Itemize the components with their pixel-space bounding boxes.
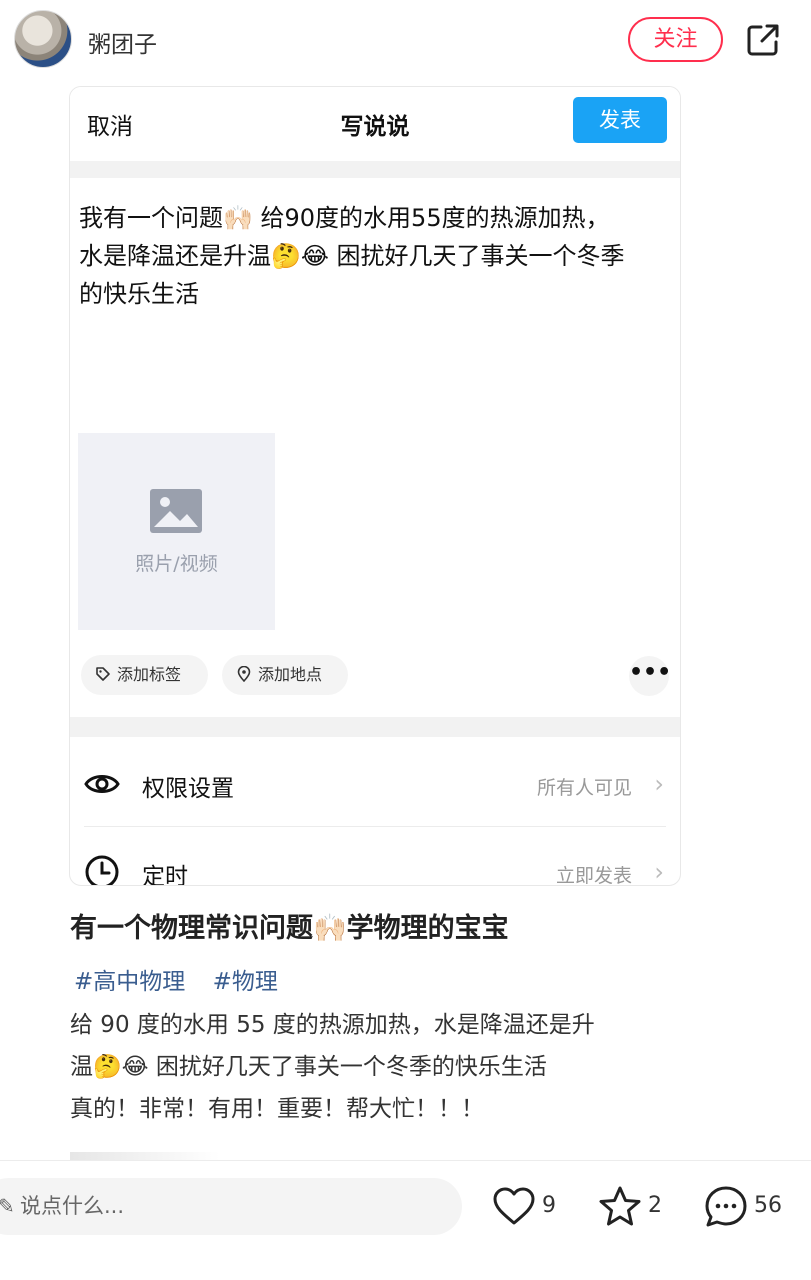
editor-text-line: 的快乐生活: [79, 280, 199, 308]
follow-button[interactable]: 关注: [628, 17, 723, 62]
permission-label: 权限设置: [142, 776, 234, 802]
editor-post-text: 我有一个问题🙌🏻 给90度的水用55度的热源加热， 水是降温还是升温🤔😂 困扰好…: [79, 199, 669, 313]
username[interactable]: 粥团子: [88, 25, 157, 59]
share-icon[interactable]: [745, 22, 781, 58]
more-options-icon: •••: [629, 656, 671, 696]
add-location-chip: 添加地点: [222, 655, 348, 695]
heart-icon: [493, 1187, 535, 1225]
avatar[interactable]: [14, 10, 72, 68]
permission-value: 所有人可见: [536, 777, 632, 799]
favorite-count: 2: [648, 1193, 662, 1218]
comment-input[interactable]: ✎ 说点什么...: [0, 1178, 462, 1235]
chevron-right-icon: ›: [654, 770, 664, 798]
top-bar: 粥团子 关注: [0, 0, 811, 80]
like-count: 9: [542, 1193, 556, 1218]
add-tag-chip: 添加标签: [81, 655, 208, 695]
editor-text-line: 我有一个问题🙌🏻 给90度的水用55度的热源加热，: [79, 204, 610, 232]
editor-header: 取消 写说说 发表: [70, 87, 680, 161]
divider: [70, 717, 680, 737]
post-body-line: 真的！非常！有用！重要！帮大忙！！！: [70, 1096, 484, 1122]
divider: [70, 161, 680, 178]
add-tag-label: 添加标签: [117, 665, 182, 684]
photo-video-label: 照片/视频: [135, 553, 218, 575]
add-location-label: 添加地点: [258, 665, 323, 684]
post-tags: #高中物理 #物理: [74, 962, 298, 996]
schedule-label: 定时: [142, 864, 188, 886]
bottom-action-bar: ✎ 说点什么... 9 2 56: [0, 1160, 811, 1280]
clock-icon: [85, 855, 119, 885]
eye-icon: [84, 775, 120, 793]
tag-icon: [96, 667, 110, 681]
permission-settings-row: 权限设置 所有人可见 ›: [70, 739, 680, 825]
chevron-right-icon: ›: [654, 858, 664, 886]
pencil-icon: ✎: [0, 1194, 15, 1218]
comment-placeholder: 说点什么...: [20, 1194, 125, 1218]
publish-button: 发表: [573, 97, 667, 143]
star-icon: [599, 1186, 641, 1226]
like-button[interactable]: 9: [492, 1185, 562, 1229]
photo-video-picker: 照片/视频: [78, 433, 275, 630]
hashtag-link[interactable]: #物理: [213, 969, 278, 995]
schedule-row: 定时 立即发表 ›: [70, 827, 680, 886]
post-title: 有一个物理常识问题🙌🏻学物理的宝宝: [70, 913, 509, 944]
hashtag-link[interactable]: #高中物理: [74, 969, 185, 995]
post-body: 给 90 度的水用 55 度的热源加热，水是降温还是升 温🤔😂 困扰好几天了事关…: [70, 1004, 690, 1130]
schedule-value: 立即发表: [555, 865, 632, 886]
image-icon: [150, 489, 202, 533]
comment-count: 56: [754, 1193, 782, 1218]
comment-bubble-icon: [705, 1186, 747, 1227]
location-pin-icon: [237, 666, 251, 682]
favorite-button[interactable]: 2: [598, 1185, 668, 1229]
editor-text-line: 水是降温还是升温🤔😂 困扰好几天了事关一个冬季: [79, 242, 625, 270]
post-body-line: 给 90 度的水用 55 度的热源加热，水是降温还是升: [70, 1012, 595, 1038]
comment-button[interactable]: 56: [704, 1185, 794, 1229]
post-image-editor-screenshot[interactable]: 取消 写说说 发表 我有一个问题🙌🏻 给90度的水用55度的热源加热， 水是降温…: [69, 86, 681, 886]
faded-content: [70, 1152, 220, 1160]
post-body-line: 温🤔😂 困扰好几天了事关一个冬季的快乐生活: [70, 1054, 547, 1080]
